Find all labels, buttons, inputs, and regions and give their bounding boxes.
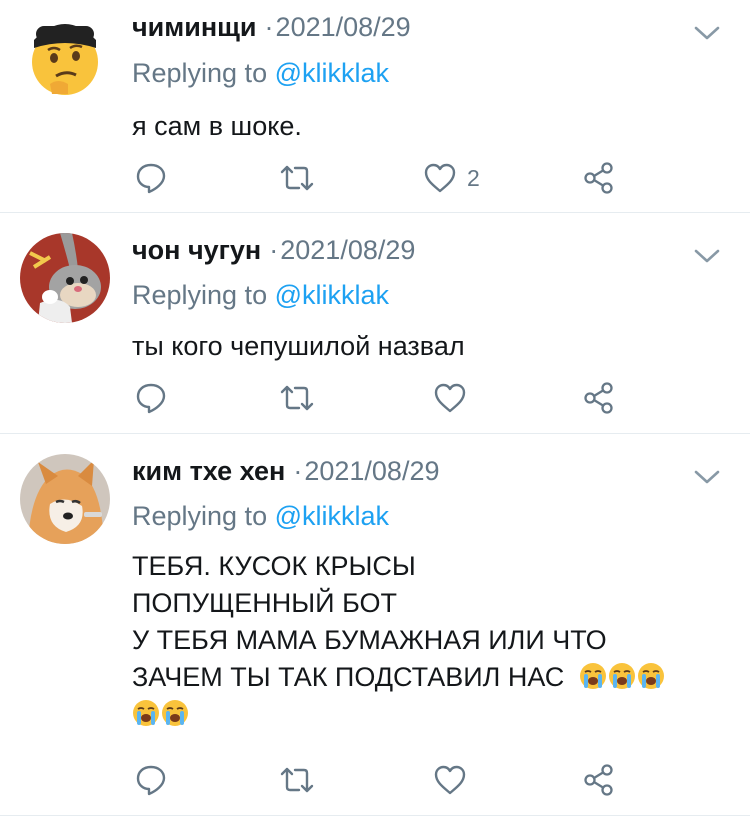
- like-button[interactable]: [433, 378, 467, 418]
- reply-button[interactable]: [134, 378, 168, 418]
- tweet-text-line: ПОПУЩЕННЫЙ БОТ: [132, 588, 398, 618]
- share-icon: [584, 382, 613, 414]
- separator-dot: ·: [269, 235, 279, 265]
- tweet-text: ты кого чепушилой назвал: [132, 328, 732, 365]
- retweet-icon: [280, 767, 314, 793]
- mention-link[interactable]: @klikklak: [275, 58, 389, 88]
- share-icon: [584, 162, 613, 194]
- tweet-actions: 2: [0, 158, 750, 198]
- like-count: 2: [467, 164, 480, 191]
- reply-icon: [136, 163, 166, 194]
- display-name[interactable]: ким тхе хен: [132, 456, 285, 487]
- tweet[interactable]: чиминщи · 2021/08/29 Replying to @klikkl…: [0, 0, 750, 213]
- avatar[interactable]: [20, 10, 110, 100]
- reply-button[interactable]: [134, 158, 168, 198]
- tweet-text: я сам в шоке.: [132, 108, 732, 145]
- timestamp[interactable]: 2021/08/29: [304, 456, 439, 487]
- crying-emoji-row-2: [132, 696, 732, 733]
- heart-icon: [424, 163, 456, 193]
- tweet-text-line-content: ЗАЧЕМ ТЫ ТАК ПОДСТАВИЛ НАС: [132, 662, 565, 692]
- tweet[interactable]: чон чугун · 2021/08/29 Replying to @klik…: [0, 213, 750, 434]
- chevron-down-icon[interactable]: [694, 469, 720, 485]
- retweet-icon: [280, 385, 314, 411]
- reply-thread: чиминщи · 2021/08/29 Replying to @klikkl…: [0, 0, 750, 816]
- loudly-crying-face-icon: [162, 700, 188, 726]
- heart-icon: [434, 765, 466, 795]
- tweet-text-line: У ТЕБЯ МАМА БУМАЖНАЯ ИЛИ ЧТО: [132, 625, 607, 655]
- loudly-crying-face-icon: [133, 700, 159, 726]
- tweet-header: чон чугун · 2021/08/29: [132, 235, 415, 271]
- loudly-crying-face-icon: [638, 663, 665, 689]
- retweet-button[interactable]: [278, 378, 316, 418]
- tweet-actions: [0, 378, 750, 418]
- retweet-button[interactable]: [278, 760, 316, 800]
- share-button[interactable]: [583, 378, 615, 418]
- tweet-text-line: ты кого чепушилой назвал: [132, 331, 465, 361]
- share-button[interactable]: [583, 760, 615, 800]
- avatar[interactable]: [20, 233, 110, 323]
- replying-to-label: Replying to: [132, 501, 275, 531]
- tweet-text-line: я сам в шоке.: [132, 111, 302, 141]
- mention-link[interactable]: @klikklak: [275, 280, 389, 310]
- shiba-dog-avatar: [20, 454, 110, 544]
- tweet[interactable]: ким тхе хен · 2021/08/29 Replying to @kl…: [0, 434, 750, 816]
- separator-dot: ·: [293, 456, 303, 486]
- replying-to: Replying to @klikklak: [132, 501, 389, 532]
- replying-to: Replying to @klikklak: [132, 58, 389, 89]
- share-icon: [584, 764, 613, 796]
- replying-to-label: Replying to: [132, 280, 275, 310]
- crying-emoji-row-1: [572, 662, 667, 692]
- like-button[interactable]: [433, 760, 467, 800]
- reply-icon: [136, 765, 166, 796]
- like-button[interactable]: 2: [423, 158, 480, 198]
- retweet-icon: [280, 165, 314, 191]
- replying-to: Replying to @klikklak: [132, 280, 389, 311]
- tweet-text-line: ТЕБЯ. КУСОК КРЫСЫ: [132, 551, 416, 581]
- mention-link[interactable]: @klikklak: [275, 501, 389, 531]
- timestamp[interactable]: 2021/08/29: [276, 12, 411, 43]
- loudly-crying-face-icon: [609, 663, 636, 689]
- bugs-bunny-avatar: [20, 233, 110, 323]
- tweet-text-line: ЗАЧЕМ ТЫ ТАК ПОДСТАВИЛ НАС: [132, 659, 732, 696]
- tweet-header: ким тхе хен · 2021/08/29: [132, 456, 439, 492]
- tweet-actions: [0, 760, 750, 800]
- separator-dot: ·: [264, 12, 274, 42]
- avatar[interactable]: [20, 454, 110, 544]
- retweet-button[interactable]: [278, 158, 316, 198]
- display-name[interactable]: чиминщи: [132, 12, 257, 43]
- share-button[interactable]: [583, 158, 615, 198]
- loudly-crying-face-icon: [580, 663, 607, 689]
- tweet-header: чиминщи · 2021/08/29: [132, 12, 411, 48]
- reply-button[interactable]: [134, 760, 168, 800]
- chevron-down-icon[interactable]: [694, 248, 720, 264]
- replying-to-label: Replying to: [132, 58, 275, 88]
- chevron-down-icon[interactable]: [694, 25, 720, 41]
- tweet-text: ТЕБЯ. КУСОК КРЫСЫ ПОПУЩЕННЫЙ БОТ У ТЕБЯ …: [132, 548, 732, 733]
- reply-icon: [136, 383, 166, 414]
- heart-icon: [434, 383, 466, 413]
- display-name[interactable]: чон чугун: [132, 235, 261, 266]
- timestamp[interactable]: 2021/08/29: [280, 235, 415, 266]
- thinking-emoji-avatar: [20, 10, 110, 100]
